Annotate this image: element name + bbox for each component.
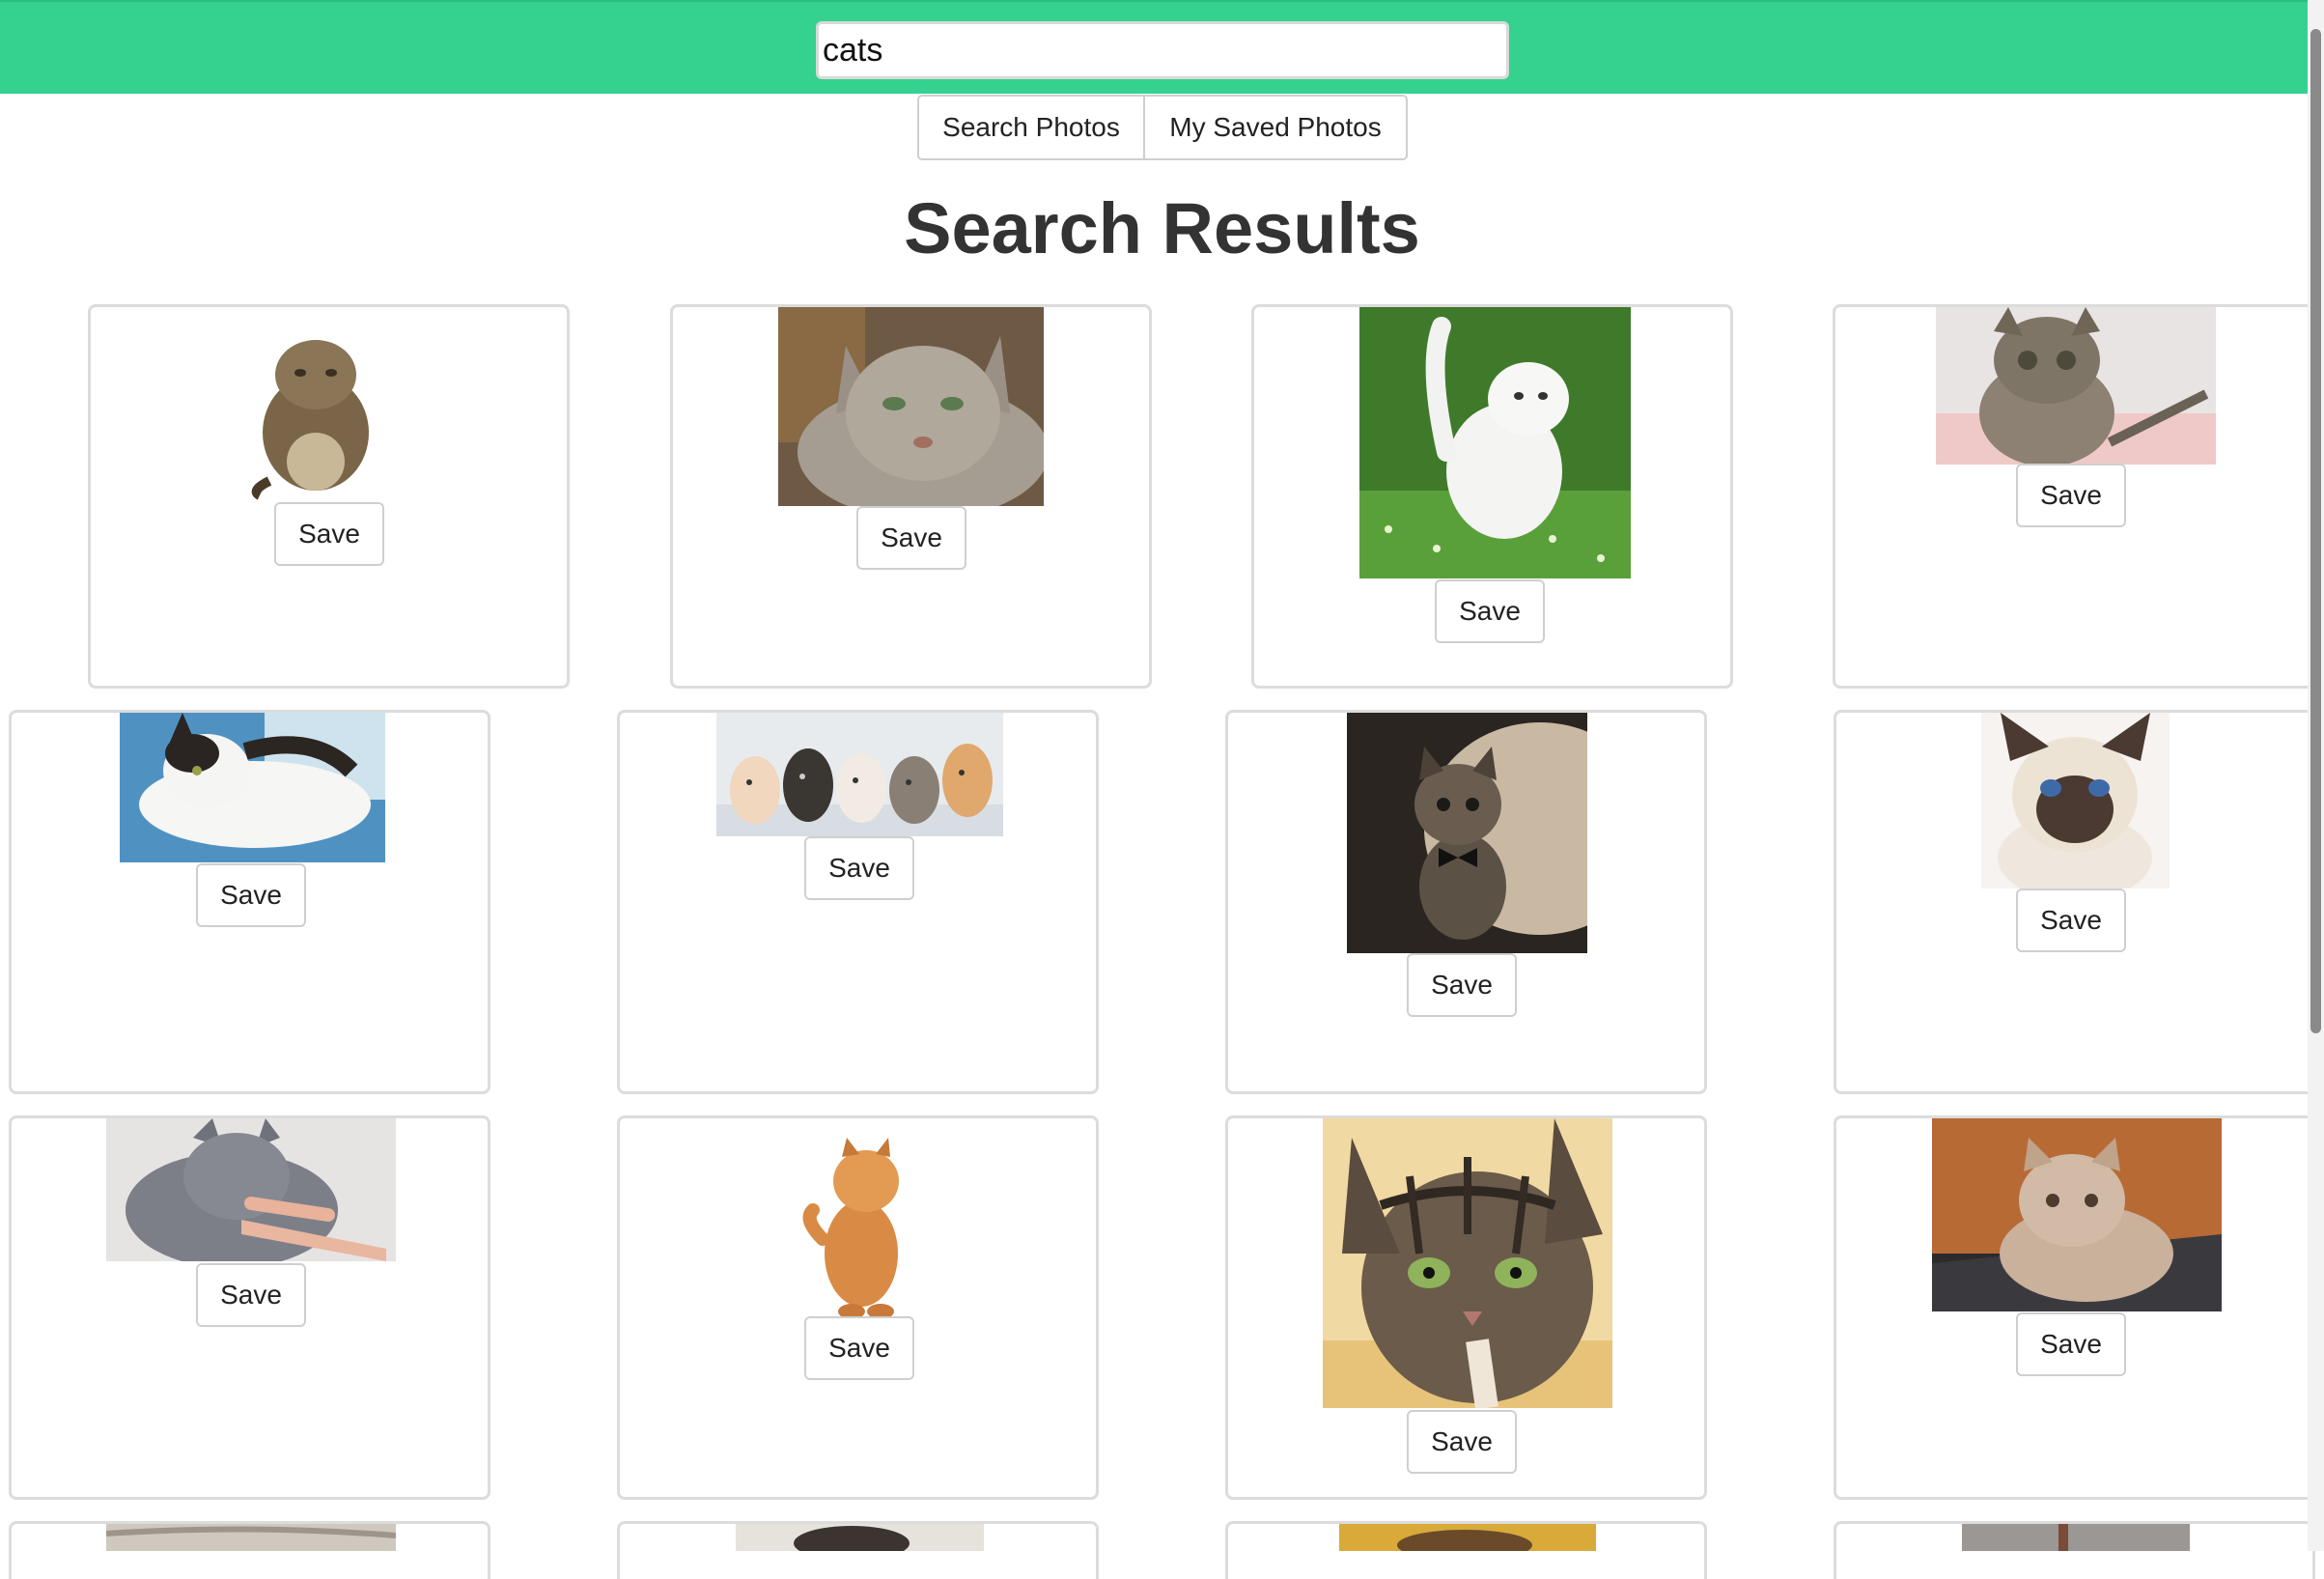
photo-card [9, 1521, 490, 1579]
cat-photo [716, 713, 1003, 836]
save-button[interactable]: Save [856, 506, 966, 570]
cat-photo [1323, 1118, 1612, 1408]
save-button[interactable]: Save [2016, 1312, 2126, 1376]
my-saved-photos-button[interactable]: My Saved Photos [1145, 95, 1408, 160]
photo-card: Save [670, 304, 1152, 689]
photo-card [1834, 1521, 2315, 1579]
save-button[interactable]: Save [196, 863, 306, 927]
search-photos-button[interactable]: Search Photos [917, 95, 1145, 160]
save-button[interactable]: Save [1435, 579, 1545, 643]
photo-card [1225, 1521, 1707, 1579]
photo-card: Save [1833, 304, 2314, 689]
save-button[interactable]: Save [274, 502, 384, 566]
save-button[interactable]: Save [1407, 953, 1517, 1017]
page-title: Search Results [904, 188, 1420, 268]
save-button[interactable]: Save [196, 1263, 306, 1327]
save-button[interactable]: Save [804, 1316, 914, 1380]
cat-photo [778, 307, 1044, 506]
photo-card: Save [1834, 1115, 2315, 1500]
photo-card: Save [1834, 710, 2315, 1094]
cat-photo [1339, 1524, 1596, 1551]
save-button[interactable]: Save [2016, 464, 2126, 527]
photo-card: Save [617, 1115, 1099, 1500]
cat-photo [240, 317, 390, 500]
photo-card: Save [1251, 304, 1733, 689]
cat-photo [1932, 1118, 2222, 1311]
cat-photo [784, 1133, 929, 1326]
cat-photo [120, 713, 385, 862]
photo-card: Save [9, 1115, 490, 1500]
cat-photo [1981, 713, 2170, 888]
cat-photo [1359, 307, 1631, 578]
photo-card: Save [617, 710, 1099, 1094]
top-bar [0, 0, 2308, 94]
cat-photo [106, 1524, 396, 1551]
photo-card: Save [1225, 710, 1707, 1094]
save-button[interactable]: Save [804, 836, 914, 900]
photo-card: Save [88, 304, 570, 689]
cat-photo [1347, 713, 1587, 953]
nav-button-group: Search Photos My Saved Photos [917, 95, 1408, 160]
photo-card [617, 1521, 1099, 1579]
cat-photo [1936, 307, 2216, 465]
save-button[interactable]: Save [1407, 1410, 1517, 1474]
cat-photo [106, 1118, 396, 1261]
cat-photo [736, 1524, 984, 1551]
save-button[interactable]: Save [2016, 888, 2126, 952]
scrollbar-thumb[interactable] [2310, 29, 2321, 1033]
cat-photo [1962, 1524, 2190, 1551]
photo-card: Save [9, 710, 490, 1094]
photo-card: Save [1225, 1115, 1707, 1500]
search-input[interactable] [816, 21, 1509, 79]
